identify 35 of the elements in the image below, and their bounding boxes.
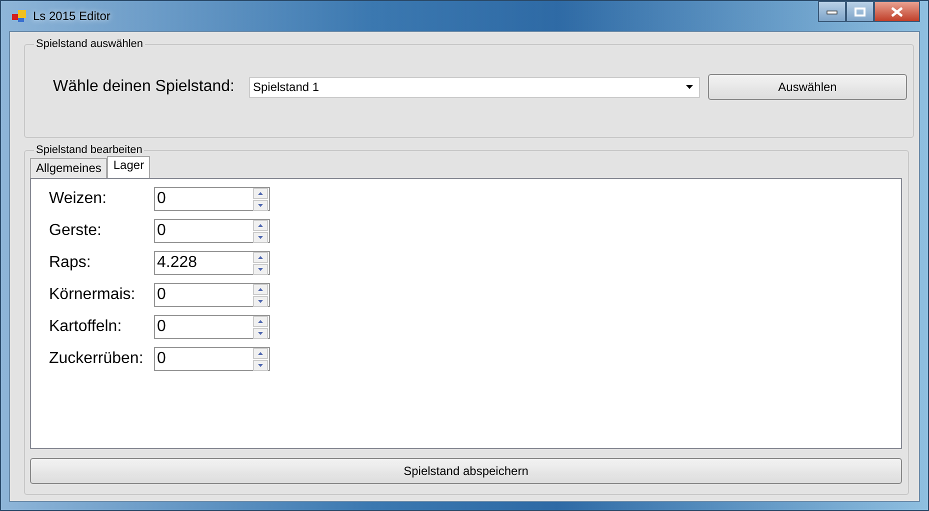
spin-buttons[interactable] [253,188,268,210]
number-field[interactable]: 0 [154,347,270,371]
caret-icon [686,85,693,89]
field-label: Körnermais: [49,286,136,304]
savegame-dropdown[interactable]: Spielstand 1 [249,76,700,98]
minimize-button[interactable] [818,1,846,22]
minimize-icon [826,8,838,14]
spin-buttons[interactable] [253,252,268,274]
close-button[interactable] [874,1,920,22]
tab[interactable]: Lager [107,156,150,178]
maximize-icon [854,6,866,16]
field-label: Gerste: [49,222,102,240]
spin-buttons[interactable] [253,348,268,370]
field-label: Wähle deinen Spielstand: [53,78,236,96]
number-field[interactable]: 0 [154,187,270,211]
spin-buttons[interactable] [253,220,268,242]
field-label: Zuckerrüben: [49,350,144,368]
save-button[interactable]: Spielstand abspeichern [30,458,902,484]
tab[interactable]: Allgemeines [30,158,108,178]
field-label: Kartoffeln: [49,318,123,336]
field-label: Weizen: [49,190,108,208]
number-field[interactable]: 4.228 [154,251,270,275]
close-icon [890,6,904,16]
app-icon [11,8,27,24]
number-field[interactable]: 0 [154,219,270,243]
window-title: Ls 2015 Editor [33,9,110,23]
spin-buttons[interactable] [253,316,268,338]
number-field[interactable]: 0 [154,315,270,339]
group-title: Spielstand auswählen [35,38,144,50]
number-field[interactable]: 0 [154,283,270,307]
select-button[interactable]: Auswählen [708,74,907,100]
field-label: Raps: [49,254,92,272]
maximize-button[interactable] [846,1,874,22]
group-title: Spielstand bearbeiten [35,144,144,156]
spin-buttons[interactable] [253,284,268,306]
